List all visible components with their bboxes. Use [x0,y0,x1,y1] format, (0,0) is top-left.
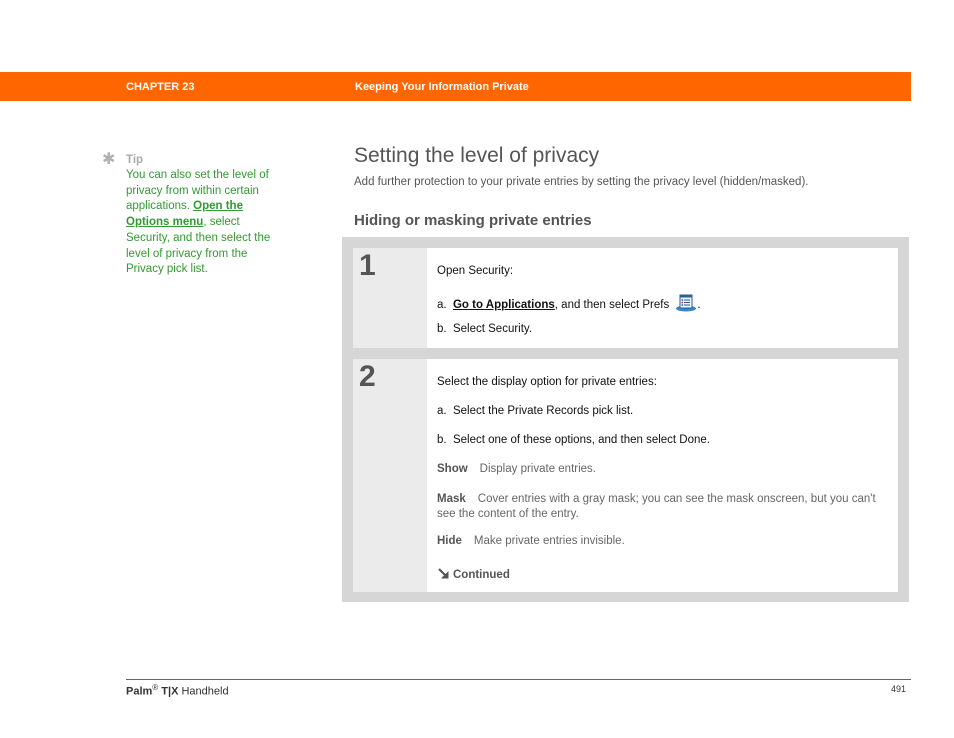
option-hide: Hide Make private entries invisible. [437,535,888,547]
footer-brand: Palm [126,685,153,698]
section-heading: Hiding or masking private entries [354,212,592,229]
option-desc: Display private entries. [479,463,596,475]
option-term: Hide [437,535,462,547]
step-number-column: 2 [353,359,427,592]
go-to-applications-link[interactable]: Go to Applications [453,299,555,311]
item-prefix: a. [437,299,447,311]
step-intro: Select the display option for private en… [437,376,657,388]
item-text: , and then select Prefs [554,299,670,311]
continued-label[interactable]: Continued [453,569,510,581]
step-number: 1 [359,249,376,282]
option-desc: Make private entries invisible. [473,535,625,547]
option-show: Show Display private entries. [437,463,888,475]
tip-label: Tip [126,154,144,166]
continued-link[interactable]: Continued [437,567,888,583]
page-title: Setting the level of privacy [354,144,600,167]
footer-model: T|X [161,685,179,698]
step-item: a. Select the Private Records pick list. [437,405,888,417]
chapter-number: CHAPTER 23 [126,81,195,93]
asterisk-icon: ✱ [102,151,116,168]
item-text: Select the Private Records pick list. [452,405,634,417]
option-desc: Cover entries with a gray mask; you can … [437,493,876,520]
item-prefix: b. [437,434,447,446]
chapter-title: Keeping Your Information Private [355,81,529,93]
item-text: Select Security. [452,323,533,335]
step-intro: Open Security: [437,265,514,277]
step-item: b. Select Security. [437,323,888,335]
steps-box: 1 Open Security: a. Go to Applications, … [342,237,909,602]
footer-product: Palm® T|X Handheld [126,683,229,698]
step-number: 2 [359,360,376,393]
option-term: Mask [437,493,466,505]
option-mask: Mask Cover entries with a gray mask; you … [437,492,888,521]
page-subtitle: Add further protection to your private e… [354,176,809,188]
footer-product-name: Handheld [181,685,229,698]
step-1: 1 Open Security: a. Go to Applications, … [353,248,898,348]
arrow-down-right-icon [437,567,450,583]
item-suffix: . [697,299,701,311]
item-prefix: b. [437,323,447,335]
page-number: 491 [891,684,907,694]
step-number-column: 1 [353,248,427,348]
tip-body: You can also set the level of privacy fr… [126,168,286,278]
step-2: 2 Select the display option for private … [353,359,898,592]
option-term: Show [437,463,468,475]
prefs-icon [675,294,697,315]
step-item: a. Go to Applications, and then select P… [437,294,888,315]
footer-divider [126,679,911,680]
footer-reg-mark: ® [152,683,159,692]
item-prefix: a. [437,405,447,417]
item-text: Select one of these options, and then se… [452,434,710,446]
step-item: b. Select one of these options, and then… [437,434,888,446]
